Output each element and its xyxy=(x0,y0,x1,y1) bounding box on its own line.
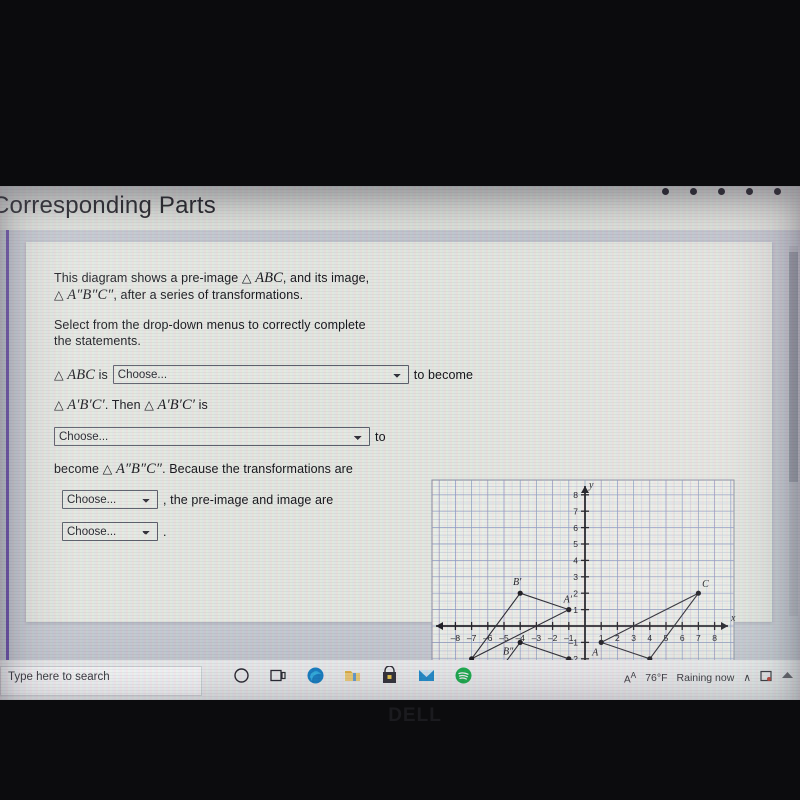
tray-wifi-icon[interactable] xyxy=(781,670,794,685)
stmt1-prefix: △ ABC is xyxy=(54,367,108,383)
svg-text:B′: B′ xyxy=(513,577,522,588)
svg-text:A: A xyxy=(591,647,599,658)
stmt2-label-a1b1c1-b: A′B′C′ xyxy=(157,397,196,413)
laptop-bezel-top xyxy=(0,0,800,186)
cortana-circle-icon[interactable] xyxy=(232,666,251,685)
svg-text:7: 7 xyxy=(696,633,701,643)
statement-row-6: Choose... . xyxy=(62,522,167,541)
browser-titlebar-icons xyxy=(642,186,792,198)
weather-temperature[interactable]: 76°F xyxy=(645,672,667,684)
statement-row-5: Choose... , the pre-image and image are xyxy=(62,490,333,509)
statement-row-1: △ ABC is Choose... to become xyxy=(54,365,473,384)
svg-text:5: 5 xyxy=(573,539,578,549)
svg-text:2: 2 xyxy=(573,588,578,598)
dropdown-transformation-1[interactable]: Choose... xyxy=(112,365,409,384)
statement-row-2: △ A′B′C′. Then △ A′B′C′ is xyxy=(54,397,208,413)
stmt5-tail: , the pre-image and image are xyxy=(163,492,334,507)
svg-text:1: 1 xyxy=(573,605,578,615)
triangle-symbol-icon-5: △ xyxy=(144,397,154,412)
browser-page: Corresponding Parts This diagram shows a… xyxy=(0,186,800,700)
svg-text:x: x xyxy=(730,613,736,624)
left-accent-bar xyxy=(6,230,9,660)
stmt2-text: △ A′B′C′. Then △ A′B′C′ is xyxy=(54,397,208,413)
svg-text:–1: –1 xyxy=(569,638,579,648)
spotify-icon[interactable] xyxy=(454,666,473,685)
intro-text-b: , and its image, xyxy=(282,271,370,285)
edge-browser-icon[interactable] xyxy=(306,666,325,685)
triangle-symbol-icon-3: △ xyxy=(54,366,64,382)
svg-text:3: 3 xyxy=(631,633,636,643)
dropdown-transformation-3[interactable]: Choose... xyxy=(62,490,158,509)
tray-notification-icon[interactable] xyxy=(760,670,772,685)
label-abc: ABC xyxy=(255,270,283,286)
stmt3-to: to xyxy=(375,429,386,444)
dell-logo: DELL xyxy=(388,705,442,726)
svg-text:7: 7 xyxy=(573,506,578,516)
question-intro-line2: △ A″B″C″, after a series of transformati… xyxy=(54,287,414,303)
stmt1-is: is xyxy=(98,367,108,382)
svg-text:4: 4 xyxy=(573,556,578,566)
system-tray: AA 76°F Raining now ∧ xyxy=(624,670,794,685)
titlebar-icon-1[interactable] xyxy=(662,188,669,195)
mail-icon[interactable] xyxy=(417,666,436,685)
svg-text:6: 6 xyxy=(680,633,685,643)
titlebar-icon-5[interactable] xyxy=(774,188,781,195)
intro-text-a: This diagram shows a pre-image xyxy=(54,271,239,285)
triangle-symbol-icon-4: △ xyxy=(54,397,64,412)
svg-text:–5: –5 xyxy=(499,633,509,643)
titlebar-icon-3[interactable] xyxy=(718,188,725,195)
svg-text:3: 3 xyxy=(573,572,578,582)
page-title: Corresponding Parts xyxy=(0,192,216,219)
tray-language-icon[interactable]: AA xyxy=(624,670,636,685)
dropdown-transformation-2[interactable]: Choose... xyxy=(54,427,370,446)
stmt4-text: become △ A″B″C″. Because the transformat… xyxy=(54,461,353,477)
svg-text:–3: –3 xyxy=(532,633,542,643)
triangle-symbol-icon: △ xyxy=(241,270,252,285)
svg-text:8: 8 xyxy=(573,490,578,500)
question-intro-line1: This diagram shows a pre-image △ ABC, an… xyxy=(54,270,394,286)
svg-text:y: y xyxy=(588,480,594,491)
stmt4-become: become xyxy=(54,462,100,476)
stmt2-then: . Then xyxy=(104,398,141,412)
svg-text:4: 4 xyxy=(647,633,652,643)
svg-text:6: 6 xyxy=(573,523,578,533)
statement-row-3: Choose... to xyxy=(54,427,386,446)
task-view-icon[interactable] xyxy=(269,666,288,685)
stmt6-tail: . xyxy=(163,524,167,539)
stmt4-tail: . Because the transformations are xyxy=(162,462,353,476)
titlebar-icon-4[interactable] xyxy=(746,188,753,195)
svg-text:A′: A′ xyxy=(563,595,573,606)
stmt2-is: is xyxy=(198,398,208,412)
search-placeholder-text: Type here to search xyxy=(8,671,110,683)
laptop-photo: Corresponding Parts This diagram shows a… xyxy=(0,0,800,800)
svg-text:–8: –8 xyxy=(451,633,461,643)
taskbar-icon-group xyxy=(232,665,473,685)
statement-row-4: become △ A″B″C″. Because the transformat… xyxy=(54,461,353,477)
svg-text:C: C xyxy=(702,579,709,590)
tray-expand-chevron-icon[interactable]: ∧ xyxy=(743,672,751,684)
file-explorer-icon[interactable] xyxy=(343,666,362,685)
laptop-screen: Corresponding Parts This diagram shows a… xyxy=(0,186,800,700)
intro-text-c: , after a series of transformations. xyxy=(113,288,304,302)
weather-condition[interactable]: Raining now xyxy=(677,672,735,684)
windows-taskbar: Type here to search AA 76°F Raining now … xyxy=(0,660,800,700)
microsoft-store-icon[interactable] xyxy=(380,665,399,685)
svg-text:–7: –7 xyxy=(467,633,477,643)
svg-text:8: 8 xyxy=(712,633,717,643)
stmt2-label-a1b1c1: A′B′C′ xyxy=(67,397,105,413)
stmt1-label-abc: ABC xyxy=(67,366,95,383)
dropdown-transformation-4[interactable]: Choose... xyxy=(62,522,158,541)
instruction-text: Select from the drop-down menus to corre… xyxy=(54,318,366,348)
triangle-symbol-icon-2: △ xyxy=(54,287,64,302)
titlebar-icon-2[interactable] xyxy=(690,188,697,195)
stmt4-label-a2b2c2: A″B″C″ xyxy=(115,461,163,477)
svg-text:B″: B″ xyxy=(503,646,514,657)
stmt1-suffix: to become xyxy=(413,367,474,382)
label-a2b2c2: A″B″C″ xyxy=(67,287,114,303)
page-scrollbar-thumb[interactable] xyxy=(789,252,798,482)
triangle-symbol-icon-6: △ xyxy=(102,461,113,476)
svg-text:–2: –2 xyxy=(548,633,558,643)
